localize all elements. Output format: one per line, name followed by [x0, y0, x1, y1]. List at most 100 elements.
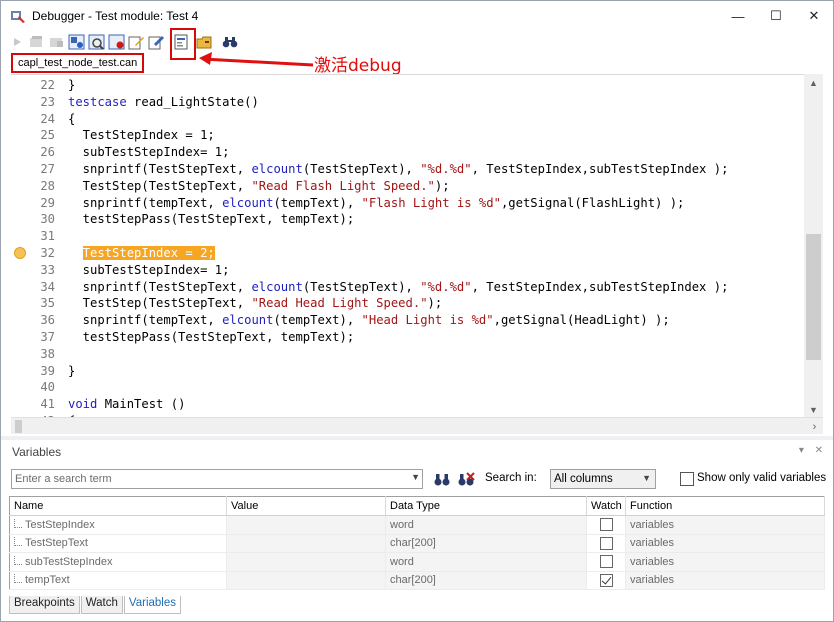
line-number: 22	[40, 78, 55, 92]
code-text: snprintf(TestStepText,	[68, 279, 252, 294]
tree-connector	[14, 574, 22, 584]
window-title: Debugger - Test module: Test 4	[32, 9, 199, 23]
code-function: elcount	[222, 313, 274, 328]
code-line: 40	[11, 379, 811, 396]
edit-icon[interactable]	[127, 33, 146, 52]
line-code: testStepPass(TestStepText, tempText);	[68, 329, 355, 346]
variables-panel: Variables ▾ ✕ Enter a search term ▼ Sear…	[5, 441, 831, 595]
find-next-icon[interactable]	[433, 471, 451, 488]
disable-breakpoint-icon[interactable]	[147, 33, 166, 52]
line-number: 35	[40, 296, 55, 311]
code-text: snprintf(tempText,	[68, 195, 223, 210]
file-tab[interactable]: capl_test_node_test.can	[11, 53, 145, 73]
tree-connector	[14, 518, 22, 528]
line-number: 26	[40, 145, 55, 160]
minimize-button[interactable]: —	[719, 1, 757, 31]
run-icon[interactable]	[7, 33, 26, 52]
chevron-down-icon[interactable]: ▼	[411, 472, 420, 482]
variable-type-cell: word	[385, 515, 587, 535]
column-header-data-type[interactable]: Data Type	[385, 496, 587, 516]
code-keyword: void	[68, 397, 98, 412]
scroll-up-icon[interactable]: ▲	[804, 74, 823, 91]
line-number: 25	[40, 128, 55, 143]
step-over-icon[interactable]	[27, 33, 46, 52]
variable-value-cell[interactable]	[226, 552, 386, 572]
table-row[interactable]: tempText char[200] variables	[9, 571, 825, 590]
line-code: snprintf(tempText, elcount(tempText), "F…	[68, 195, 685, 212]
toggle-breakpoint-icon[interactable]	[107, 33, 126, 52]
line-number: 23	[40, 94, 55, 109]
scroll-down-icon[interactable]: ▼	[804, 401, 823, 418]
table-row[interactable]: TestStepIndex word variables	[9, 515, 825, 535]
line-code: TestStep(TestStepText, "Read Flash Light…	[68, 178, 450, 195]
code-editor[interactable]: 22} 23 testcase read_LightState() 24{25 Tes…	[11, 74, 823, 418]
column-header-name[interactable]: Name	[9, 496, 227, 516]
code-line: 39}	[11, 363, 811, 380]
search-in-select[interactable]: All columns ▼	[550, 469, 656, 489]
line-code: {	[68, 111, 75, 128]
line-number: 30	[40, 212, 55, 227]
line-number: 27	[40, 161, 55, 176]
code-text: (TestStepText),	[302, 279, 421, 294]
variable-type-cell: char[200]	[385, 571, 587, 590]
variable-search-input[interactable]: Enter a search term ▼	[11, 469, 423, 489]
variable-value-cell[interactable]	[226, 571, 386, 590]
tab-variables[interactable]: Variables	[123, 596, 181, 614]
editor-vertical-scrollbar[interactable]: ▲ ▼	[804, 74, 823, 418]
scroll-right-icon[interactable]: ›	[806, 418, 823, 435]
line-code: subTestStepIndex= 1;	[68, 144, 230, 161]
close-button[interactable]: ✕	[795, 1, 833, 31]
code-text: testStepPass(TestStepText, tempText);	[68, 212, 355, 227]
code-line: 35 TestStep(TestStepText, "Read Head Lig…	[11, 295, 811, 312]
code-text: snprintf(TestStepText,	[68, 161, 252, 176]
editor-horizontal-scrollbar[interactable]: ‹ ›	[11, 417, 823, 434]
code-text: );	[434, 178, 450, 193]
watch-window-icon[interactable]	[87, 33, 106, 52]
column-header-function[interactable]: Function	[625, 496, 825, 516]
column-header-value[interactable]: Value	[226, 496, 386, 516]
line-code: snprintf(tempText, elcount(tempText), "H…	[68, 312, 670, 329]
line-number: 29	[40, 195, 55, 210]
find-icon[interactable]	[220, 33, 239, 52]
debugger-app-icon	[11, 11, 25, 23]
table-row[interactable]: TestStepText char[200] variables	[9, 534, 825, 553]
panel-splitter[interactable]	[1, 436, 833, 440]
variables-table-body: TestStepIndex word variables TestStepText ch…	[9, 515, 825, 590]
table-row[interactable]: subTestStepIndex word variables	[9, 552, 825, 572]
horizontal-scroll-thumb[interactable]	[15, 420, 22, 433]
watch-checkbox[interactable]	[599, 573, 613, 587]
tab-breakpoints[interactable]: Breakpoints	[9, 596, 80, 614]
line-number: 33	[40, 262, 55, 277]
variable-value-cell[interactable]	[226, 534, 386, 553]
scroll-thumb[interactable]	[806, 234, 821, 360]
step-into-icon[interactable]	[47, 33, 66, 52]
line-code: testStepPass(TestStepText, tempText);	[68, 211, 355, 228]
code-text: subTestStepIndex= 1;	[68, 145, 230, 160]
code-string: "Read Head Light Speed."	[251, 296, 428, 311]
debugger-toolbar	[7, 32, 240, 52]
code-text: }	[68, 363, 76, 378]
watch-checkbox[interactable]	[599, 518, 613, 532]
variable-value-cell[interactable]	[226, 515, 386, 535]
line-number: 36	[40, 313, 55, 328]
watch-checkbox[interactable]	[599, 536, 613, 550]
breakpoint-list-icon[interactable]	[67, 33, 86, 52]
column-header-watch[interactable]: Watch	[586, 496, 626, 516]
watch-checkbox[interactable]	[599, 555, 613, 569]
code-text: TestStep(TestStepText,	[68, 296, 252, 311]
panel-pin-icon[interactable]: ▾ ✕	[799, 445, 827, 456]
line-code: subTestStepIndex= 1;	[68, 262, 230, 279]
open-file-icon[interactable]	[195, 33, 214, 52]
tab-watch[interactable]: Watch	[80, 596, 123, 614]
tree-connector	[14, 537, 22, 547]
maximize-button[interactable]: ☐	[757, 1, 795, 31]
variable-function-cell: variables	[625, 571, 825, 590]
code-line: 29 snprintf(tempText, elcount(tempText),…	[11, 195, 811, 212]
code-line: 25 TestStepIndex = 1;	[11, 127, 811, 144]
valid-only-checkbox[interactable]	[680, 472, 694, 486]
code-string: "%d.%d"	[420, 161, 472, 176]
line-number: 24	[40, 111, 55, 126]
bottom-tab-strip: Breakpoints Watch Variables	[9, 596, 182, 614]
find-clear-icon[interactable]	[457, 471, 475, 488]
code-line: 24 {	[11, 111, 811, 128]
